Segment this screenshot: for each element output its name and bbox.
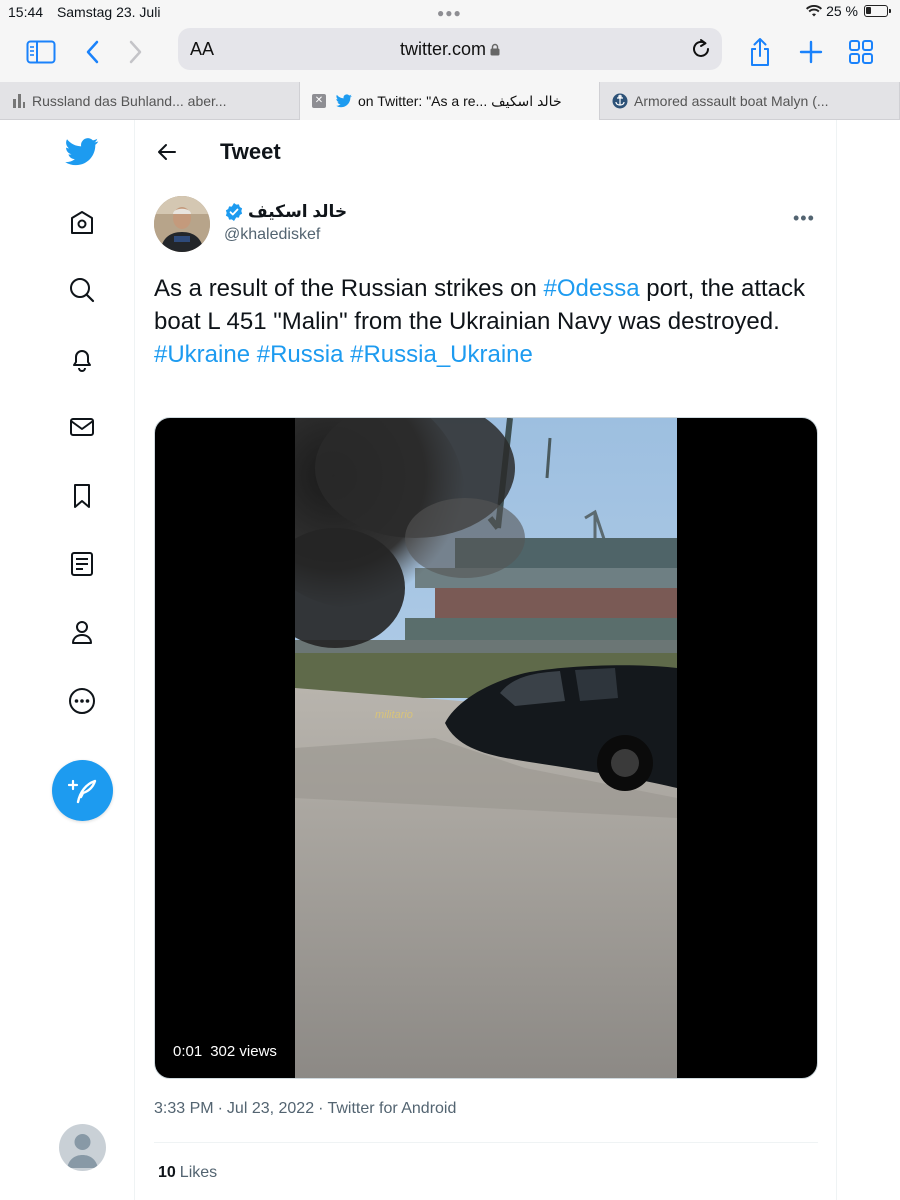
video-info-badge: 0:01 302 views (173, 1043, 285, 1060)
hashtag-link[interactable]: #Russia (257, 341, 344, 368)
tab-overview-icon[interactable] (845, 36, 877, 68)
tweet-text-part: As a result of the Russian strikes on (154, 275, 544, 302)
likes-count: 10 (158, 1164, 176, 1181)
divider (154, 1142, 818, 1143)
twitter-logo-icon[interactable] (62, 132, 102, 172)
likes-count-link[interactable]: 10 Likes (158, 1164, 217, 1182)
compose-tweet-button[interactable] (52, 760, 113, 821)
likes-label: Likes (179, 1164, 218, 1181)
tweet-video-player[interactable]: militario 0:01 302 views (154, 417, 818, 1079)
battery-percent: 25 % (826, 3, 858, 19)
more-options-icon[interactable]: ••• (793, 208, 815, 229)
lock-icon (490, 40, 500, 61)
twitter-nav-sidebar (0, 120, 135, 1200)
bar-chart-favicon-icon (12, 93, 26, 109)
tab-label: on Twitter: "As a re... خالد اسكيف (358, 92, 562, 109)
address-bar[interactable]: AA twitter.com (178, 28, 722, 70)
messages-icon[interactable] (62, 407, 102, 447)
author-name[interactable]: خالد اسكيف (248, 202, 347, 222)
tab-label: Armored assault boat Malyn (... (634, 93, 829, 109)
compose-tweet-icon (67, 779, 96, 803)
status-date: Samstag 23. Juli (56, 4, 161, 20)
tweet-text: As a result of the Russian strikes on #O… (154, 272, 819, 371)
back-arrow-icon[interactable] (155, 140, 179, 169)
back-icon[interactable] (76, 36, 108, 68)
hashtag-link[interactable]: #Russia_Ukraine (350, 341, 533, 368)
author-name-row[interactable]: خالد اسكيف (224, 202, 347, 222)
notifications-icon[interactable] (62, 339, 102, 379)
url-text[interactable]: twitter.com (400, 39, 486, 59)
new-tab-icon[interactable] (795, 36, 827, 68)
multitasking-dots-icon[interactable]: ●●● (437, 6, 462, 20)
browser-tab-active[interactable]: ✕ on Twitter: "As a re... خالد اسكيف (300, 82, 600, 120)
reload-icon[interactable] (690, 36, 712, 65)
account-avatar[interactable] (59, 1124, 106, 1171)
page-header: Tweet (135, 120, 837, 184)
tweet-source[interactable]: Twitter for Android (327, 1100, 456, 1117)
video-views: 302 views (210, 1043, 277, 1060)
browser-tab[interactable]: Russland das Buhland... aber... (0, 82, 300, 120)
forward-icon[interactable] (120, 36, 152, 68)
tab-label: Russland das Buhland... aber... (32, 93, 227, 109)
wifi-icon (806, 5, 823, 17)
profile-icon[interactable] (62, 612, 102, 652)
tweet-metadata: 3:33 PM · Jul 23, 2022 · Twitter for Android (154, 1100, 457, 1117)
hashtag-link[interactable]: #Odessa (544, 275, 640, 302)
bookmarks-icon[interactable] (62, 476, 102, 516)
page-title: Tweet (220, 139, 281, 164)
home-icon[interactable] (62, 203, 102, 243)
anchor-favicon-icon (612, 93, 628, 109)
video-watermark: militario (375, 709, 413, 721)
close-tab-icon[interactable]: ✕ (312, 94, 326, 108)
share-icon[interactable] (744, 36, 776, 68)
tweet-detail-column: Tweet خالد اسكيف @khalediskef ••• As a r… (135, 120, 837, 1200)
lists-icon[interactable] (62, 544, 102, 584)
sidebar-icon[interactable] (25, 36, 57, 68)
browser-tab-bar: Russland das Buhland... aber... ✕ on Twi… (0, 82, 900, 120)
author-avatar[interactable] (154, 196, 210, 252)
status-bar: 15:44 Samstag 23. Juli ●●● 25 % (0, 0, 900, 24)
video-frame[interactable]: militario (295, 418, 677, 1078)
video-time: 0:01 (173, 1043, 203, 1060)
browser-tab[interactable]: Armored assault boat Malyn (... (600, 82, 900, 120)
browser-toolbar: AA twitter.com (0, 24, 900, 82)
verified-badge-icon (224, 202, 244, 222)
battery-icon (864, 5, 891, 17)
tweet-time[interactable]: 3:33 PM (154, 1100, 214, 1117)
more-icon[interactable] (62, 681, 102, 721)
tweet-date[interactable]: Jul 23, 2022 (227, 1100, 314, 1117)
author-handle[interactable]: @khalediskef (224, 226, 320, 244)
status-time: 15:44 (8, 4, 44, 20)
hashtag-link[interactable]: #Ukraine (154, 341, 250, 368)
explore-icon[interactable] (62, 270, 102, 310)
twitter-favicon-icon (336, 94, 352, 108)
